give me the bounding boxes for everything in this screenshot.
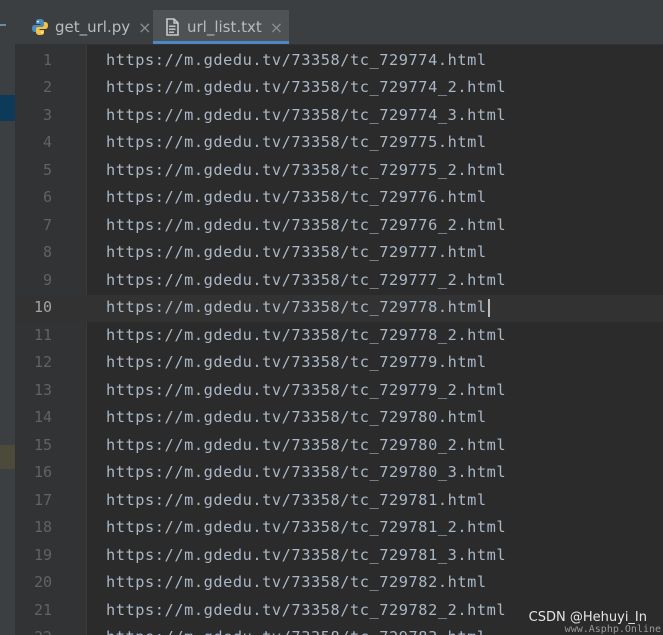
editor-line[interactable]: 10 https://m.gdedu.tv/73358/tc_729778.htm… bbox=[0, 294, 663, 322]
line-text[interactable]: https://m.gdedu.tv/73358/tc_729782_2.htm… bbox=[106, 597, 506, 625]
line-text[interactable]: https://m.gdedu.tv/73358/tc_729774_3.htm… bbox=[106, 102, 506, 130]
line-text[interactable]: https://m.gdedu.tv/73358/tc_729774.html bbox=[106, 47, 487, 75]
editor-line[interactable]: 4 https://m.gdedu.tv/73358/tc_729775.html bbox=[0, 129, 663, 157]
line-text[interactable]: https://m.gdedu.tv/73358/tc_729780.html bbox=[106, 404, 487, 432]
editor-line[interactable]: 1 https://m.gdedu.tv/73358/tc_729774.html bbox=[0, 47, 663, 75]
line-text-content: https://m.gdedu.tv/73358/tc_729774_2.htm… bbox=[106, 78, 507, 96]
line-number: 19 bbox=[33, 545, 52, 564]
line-number: 21 bbox=[33, 600, 52, 619]
line-text[interactable]: https://m.gdedu.tv/73358/tc_729779_2.htm… bbox=[106, 377, 506, 405]
line-text-content: https://m.gdedu.tv/73358/tc_729782_2.htm… bbox=[106, 600, 507, 619]
line-text[interactable]: https://m.gdedu.tv/73358/tc_729783.html bbox=[106, 624, 487, 635]
line-number: 8 bbox=[42, 243, 52, 261]
line-number: 15 bbox=[33, 435, 52, 454]
line-text[interactable]: https://m.gdedu.tv/73358/tc_729775.html bbox=[106, 129, 487, 157]
line-number: 20 bbox=[33, 573, 52, 591]
line-number: 1 bbox=[42, 50, 52, 69]
line-text-content: https://m.gdedu.tv/73358/tc_729777_2.htm… bbox=[106, 270, 507, 289]
line-text[interactable]: https://m.gdedu.tv/73358/tc_729781_2.htm… bbox=[106, 514, 506, 542]
line-text-content: https://m.gdedu.tv/73358/tc_729782.html bbox=[106, 573, 487, 591]
line-text-content: https://m.gdedu.tv/73358/tc_729776.html bbox=[106, 188, 487, 206]
line-text-content: https://m.gdedu.tv/73358/tc_729780_3.htm… bbox=[106, 463, 507, 481]
line-text-content: https://m.gdedu.tv/73358/tc_729775_2.htm… bbox=[106, 160, 507, 179]
line-text[interactable]: https://m.gdedu.tv/73358/tc_729776.html bbox=[106, 184, 487, 212]
line-number: 14 bbox=[33, 408, 52, 426]
line-number: 6 bbox=[42, 188, 52, 206]
editor-line[interactable]: 18 https://m.gdedu.tv/73358/tc_729781_2.h… bbox=[0, 514, 663, 542]
editor-line[interactable]: 16 https://m.gdedu.tv/73358/tc_729780_3.h… bbox=[0, 459, 663, 487]
editor-line[interactable]: 5 https://m.gdedu.tv/73358/tc_729775_2.ht… bbox=[0, 157, 663, 185]
line-text[interactable]: https://m.gdedu.tv/73358/tc_729777_2.htm… bbox=[106, 267, 506, 295]
line-number: 22 bbox=[16, 624, 52, 635]
line-text-content: https://m.gdedu.tv/73358/tc_729776_2.htm… bbox=[106, 215, 507, 234]
line-text-content: https://m.gdedu.tv/73358/tc_729774.html bbox=[106, 50, 487, 69]
line-number: 12 bbox=[33, 353, 52, 371]
line-text-content: https://m.gdedu.tv/73358/tc_729779.html bbox=[106, 353, 487, 371]
line-number: 13 bbox=[33, 380, 52, 399]
editor-line[interactable]: 17 https://m.gdedu.tv/73358/tc_729781.htm… bbox=[0, 487, 663, 515]
editor-line[interactable]: 20 https://m.gdedu.tv/73358/tc_729782.htm… bbox=[0, 569, 663, 597]
line-text[interactable]: https://m.gdedu.tv/73358/tc_729780_3.htm… bbox=[106, 459, 506, 487]
editor-line[interactable]: 14 https://m.gdedu.tv/73358/tc_729780.htm… bbox=[0, 404, 663, 432]
line-text[interactable]: https://m.gdedu.tv/73358/tc_729778.html bbox=[106, 294, 490, 322]
line-number: 5 bbox=[42, 160, 52, 179]
line-number: 11 bbox=[33, 325, 52, 344]
editor-line[interactable]: 12 https://m.gdedu.tv/73358/tc_729779.htm… bbox=[0, 349, 663, 377]
line-text[interactable]: https://m.gdedu.tv/73358/tc_729782.html bbox=[106, 569, 487, 597]
line-text[interactable]: https://m.gdedu.tv/73358/tc_729774_2.htm… bbox=[106, 74, 506, 102]
line-text-content: https://m.gdedu.tv/73358/tc_729775.html bbox=[106, 133, 487, 151]
line-text[interactable]: https://m.gdedu.tv/73358/tc_729777.html bbox=[106, 239, 487, 267]
line-text[interactable]: https://m.gdedu.tv/73358/tc_729775_2.htm… bbox=[106, 157, 506, 185]
line-number: 16 bbox=[33, 463, 52, 481]
line-text-content: https://m.gdedu.tv/73358/tc_729781.html bbox=[106, 490, 487, 509]
editor-line[interactable]: 6 https://m.gdedu.tv/73358/tc_729776.html bbox=[0, 184, 663, 212]
line-number: 10 bbox=[33, 298, 52, 316]
editor-line[interactable]: 15 https://m.gdedu.tv/73358/tc_729780_2.h… bbox=[0, 432, 663, 460]
editor-line[interactable]: 2 https://m.gdedu.tv/73358/tc_729774_2.ht… bbox=[0, 74, 663, 102]
line-text-content: https://m.gdedu.tv/73358/tc_729774_3.htm… bbox=[106, 105, 507, 124]
editor-line[interactable]: 9 https://m.gdedu.tv/73358/tc_729777_2.ht… bbox=[0, 267, 663, 295]
editor-line[interactable]: 19 https://m.gdedu.tv/73358/tc_729781_3.h… bbox=[0, 542, 663, 570]
line-number: 2 bbox=[42, 78, 52, 96]
line-text-content: https://m.gdedu.tv/73358/tc_729783.html bbox=[106, 628, 487, 635]
line-text[interactable]: https://m.gdedu.tv/73358/tc_729780_2.htm… bbox=[106, 432, 506, 460]
line-text-content: https://m.gdedu.tv/73358/tc_729778.html bbox=[106, 298, 487, 316]
line-number: 9 bbox=[42, 270, 52, 289]
line-number: 4 bbox=[42, 133, 52, 151]
line-number: 17 bbox=[33, 490, 52, 509]
text-caret bbox=[487, 298, 490, 317]
line-text-content: https://m.gdedu.tv/73358/tc_729781_3.htm… bbox=[106, 545, 507, 564]
line-number: 7 bbox=[42, 215, 52, 234]
line-text-content: https://m.gdedu.tv/73358/tc_729780.html bbox=[106, 408, 487, 426]
csdn-watermark: CSDN @Hehuyi_In bbox=[528, 610, 647, 625]
line-text[interactable]: https://m.gdedu.tv/73358/tc_729778_2.htm… bbox=[106, 322, 506, 350]
editor-line[interactable]: 11 https://m.gdedu.tv/73358/tc_729778_2.h… bbox=[0, 322, 663, 350]
editor-line[interactable]: 3 https://m.gdedu.tv/73358/tc_729774_3.ht… bbox=[0, 102, 663, 130]
editor-line[interactable]: 8 https://m.gdedu.tv/73358/tc_729777.html bbox=[0, 239, 663, 267]
line-text-content: https://m.gdedu.tv/73358/tc_729781_2.htm… bbox=[106, 518, 507, 536]
line-text-content: https://m.gdedu.tv/73358/tc_729777.html bbox=[106, 243, 487, 261]
line-text-content: https://m.gdedu.tv/73358/tc_729780_2.htm… bbox=[106, 435, 507, 454]
editor-lines: 1 https://m.gdedu.tv/73358/tc_729774.html… bbox=[0, 0, 663, 635]
editor-line[interactable]: 22 https://m.gdedu.tv/73358/tc_729783.htm… bbox=[0, 624, 663, 635]
line-text-content: https://m.gdedu.tv/73358/tc_729778_2.htm… bbox=[106, 325, 507, 344]
line-text[interactable]: https://m.gdedu.tv/73358/tc_729776_2.htm… bbox=[106, 212, 506, 240]
line-text[interactable]: https://m.gdedu.tv/73358/tc_729781_3.htm… bbox=[106, 542, 506, 570]
line-number: 18 bbox=[33, 518, 52, 536]
line-number: 3 bbox=[42, 105, 52, 124]
line-text[interactable]: https://m.gdedu.tv/73358/tc_729781.html bbox=[106, 487, 487, 515]
site-watermark: www.Asphp.Online bbox=[564, 624, 661, 635]
line-text-content: https://m.gdedu.tv/73358/tc_729779_2.htm… bbox=[106, 380, 507, 399]
editor-line[interactable]: 13 https://m.gdedu.tv/73358/tc_729779_2.h… bbox=[0, 377, 663, 405]
line-text[interactable]: https://m.gdedu.tv/73358/tc_729779.html bbox=[106, 349, 487, 377]
editor-line[interactable]: 7 https://m.gdedu.tv/73358/tc_729776_2.ht… bbox=[0, 212, 663, 240]
